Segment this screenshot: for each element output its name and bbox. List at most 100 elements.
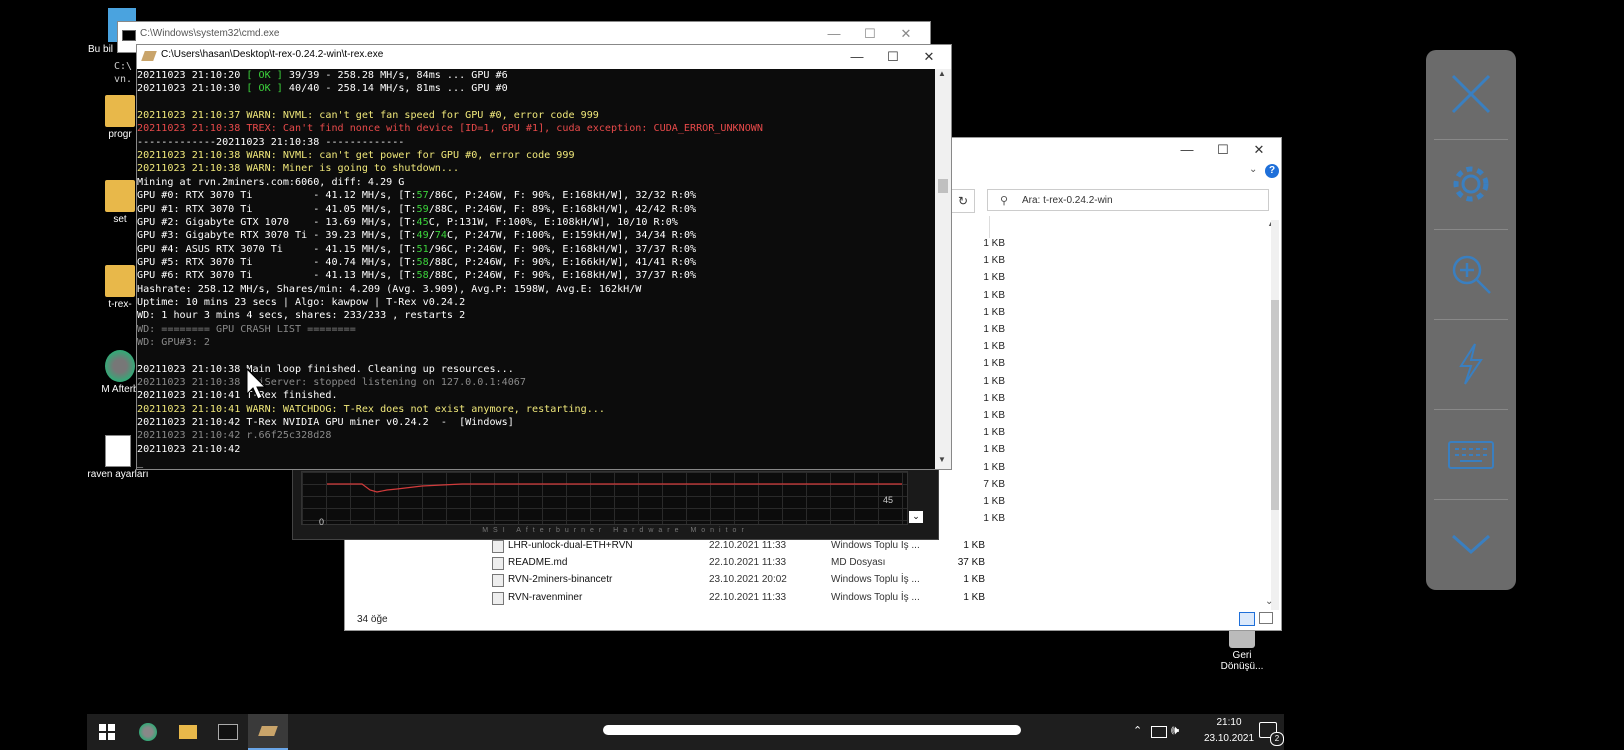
- console-line: GPU #2: Gigabyte GTX 1070 - 13.69 MH/s, …: [137, 216, 678, 229]
- console-line: 20211023 21:10:42 r.66f25c328d28: [137, 429, 331, 442]
- maximize-button[interactable]: ☐: [1205, 138, 1241, 162]
- console-line: 20211023 21:10:30 [ OK ] 40/40 - 258.14 …: [137, 82, 508, 95]
- folder-icon: [105, 95, 135, 127]
- console-text: GPU #3: Gigabyte RTX 3070 Ti - 39.23 MH/…: [137, 230, 417, 242]
- file-size: 37 KB: [957, 557, 985, 569]
- trex-icon: [258, 726, 278, 736]
- console-line: WD: ======== GPU CRASH LIST ========: [137, 323, 356, 336]
- console-text: 20211023 21:10:42 r.66f25c328d28: [137, 430, 332, 442]
- large-icons-view-icon[interactable]: [1259, 612, 1273, 624]
- file-row[interactable]: RVN-2miners-binancetr 23.10.2021 20:02 Win…: [492, 572, 992, 589]
- zoom-button[interactable]: [1426, 230, 1516, 318]
- start-button[interactable]: [87, 714, 127, 750]
- console-line: WD: GPU#3: 2: [137, 336, 210, 349]
- scroll-down-icon[interactable]: ⌄: [1265, 596, 1273, 607]
- search-input[interactable]: ⚲ Ara: t-rex-0.24.2-win: [987, 189, 1269, 211]
- console-text: 20211023 21:10:30: [137, 83, 247, 95]
- trex-console-window[interactable]: C:\Users\hasan\Desktop\t-rex-0.24.2-win\…: [136, 44, 952, 470]
- help-icon[interactable]: ?: [1265, 164, 1279, 178]
- file-row[interactable]: README.md 22.10.2021 11:33 MD Dosyası 37 KB: [492, 555, 992, 572]
- minimize-button[interactable]: —: [1169, 138, 1205, 162]
- console-text: Uptime: 10 mins 23 secs | Algo: kawpow |…: [137, 296, 466, 308]
- volume-icon[interactable]: 🕪: [1171, 722, 1179, 738]
- scrollbar[interactable]: [1271, 220, 1279, 610]
- afterburner-icon: [139, 723, 157, 741]
- maximize-button[interactable]: ☐: [852, 22, 888, 46]
- search-icon: ⚲: [1000, 195, 1009, 207]
- console-line: -------------20211023 21:10:38 ---------…: [137, 136, 404, 149]
- console-line: 20211023 21:10:41 T-Rex finished.: [137, 389, 338, 402]
- console-output[interactable]: 20211023 21:10:20 [ OK ] 39/39 - 258.28 …: [137, 69, 935, 469]
- gear-icon: [1453, 166, 1489, 202]
- taskbar-file-explorer[interactable]: [168, 714, 208, 750]
- size-cell: 1 KB: [983, 255, 1005, 267]
- console-line: Mining at rvn.2miners.com:6060, diff: 4.…: [137, 176, 404, 189]
- console-text: 20211023 21:10:38 TREX: Can't find nonce…: [137, 123, 763, 135]
- taskbar-trex[interactable]: [248, 714, 288, 750]
- close-button[interactable]: ✕: [911, 45, 947, 69]
- console-line: Uptime: 10 mins 23 secs | Algo: kawpow |…: [137, 296, 465, 309]
- cmd-title: C:\Windows\system32\cmd.exe: [140, 28, 280, 39]
- console-line: 20211023 21:10:41 WARN: WATCHDOG: T-Rex …: [137, 403, 605, 416]
- file-row[interactable]: LHR-unlock-dual-ETH+RVN 22.10.2021 11:33 W…: [492, 538, 992, 555]
- console-text: 20211023 21:10:38 WARN: Miner is going t…: [137, 163, 460, 175]
- file-date: 22.10.2021 11:33: [709, 540, 787, 551]
- taskbar-afterburner[interactable]: [128, 714, 168, 750]
- console-line: _: [137, 456, 143, 469]
- console-text: 74: [434, 230, 447, 242]
- folder-icon: [105, 265, 135, 297]
- console-text: 39/39 - 258.28 MH/s, 84ms ... GPU #6: [282, 70, 508, 81]
- taskbar-cmd[interactable]: [208, 714, 248, 750]
- file-type: Windows Toplu İş ...: [831, 574, 920, 586]
- graph-scroll-down-icon[interactable]: ⌄: [909, 511, 923, 523]
- file-date: 22.10.2021 11:33: [709, 591, 787, 603]
- size-cell: 1 KB: [983, 427, 1005, 439]
- clock-time[interactable]: 21:10: [1207, 717, 1251, 728]
- close-button[interactable]: ✕: [888, 22, 924, 46]
- console-text: 57: [416, 190, 429, 202]
- minimize-button[interactable]: —: [816, 22, 852, 46]
- desktop-icon-label: raven ayarları: [87, 469, 149, 480]
- desktop-icon-recycle-bin[interactable]: Geri Dönüşü...: [1202, 626, 1282, 672]
- settings-button[interactable]: [1426, 140, 1516, 228]
- chevron-down-icon[interactable]: ⌄: [1249, 164, 1257, 175]
- clock-date[interactable]: 23.10.2021: [1199, 733, 1259, 744]
- collapse-panel-button[interactable]: [1426, 500, 1516, 588]
- maximize-button[interactable]: ☐: [875, 45, 911, 69]
- keyboard-button[interactable]: [1426, 410, 1516, 498]
- file-icon: [492, 540, 504, 553]
- file-date: 23.10.2021 20:02: [709, 574, 787, 586]
- desktop-icon-label: Geri Dönüşü...: [1220, 650, 1264, 672]
- close-button[interactable]: ✕: [1241, 138, 1277, 162]
- chevron-up-icon[interactable]: ⌃: [1133, 724, 1142, 737]
- scroll-thumb[interactable]: [1271, 300, 1279, 510]
- gesture-home-bar[interactable]: [603, 725, 1021, 735]
- quick-action-button[interactable]: [1426, 320, 1516, 408]
- console-text: 51: [416, 243, 429, 255]
- file-type: MD Dosyası: [831, 557, 886, 569]
- size-cell: 1 KB: [983, 358, 1005, 370]
- file-row[interactable]: RVN-ravenminer 22.10.2021 11:33 Windows To…: [492, 590, 992, 607]
- close-icon: [1451, 74, 1491, 114]
- console-text: 45: [416, 216, 429, 228]
- scroll-up-icon[interactable]: ▲: [938, 69, 946, 78]
- refresh-button[interactable]: ↻: [951, 189, 975, 213]
- console-text: WD: ======== GPU CRASH LIST ========: [137, 323, 356, 335]
- scroll-thumb[interactable]: [938, 179, 948, 193]
- document-icon: [105, 435, 131, 467]
- console-line: GPU #5: RTX 3070 Ti - 40.74 MH/s, [T:58/…: [137, 256, 696, 269]
- console-text: GPU #2: Gigabyte GTX 1070 - 13.69 MH/s, …: [137, 216, 417, 228]
- console-text: 20211023 21:10:42: [137, 443, 241, 455]
- scrollbar[interactable]: ▲ ▼: [935, 69, 951, 469]
- console-text: 40/40 - 258.14 MH/s, 81ms ... GPU #0: [282, 83, 508, 95]
- scroll-down-icon[interactable]: ▼: [938, 455, 946, 464]
- console-text: 20211023 21:10:38 Main loop finished. Cl…: [137, 363, 514, 375]
- file-icon: [492, 574, 504, 588]
- folder-icon: [105, 180, 135, 212]
- size-cell: 1 KB: [983, 444, 1005, 456]
- network-icon[interactable]: [1151, 726, 1167, 738]
- minimize-button[interactable]: —: [839, 45, 875, 69]
- afterburner-monitor-window[interactable]: 45 0 ⌄ MSI Afterburner Hardware Monitor: [292, 466, 939, 540]
- details-view-icon[interactable]: [1239, 612, 1255, 626]
- close-panel-button[interactable]: [1426, 50, 1516, 138]
